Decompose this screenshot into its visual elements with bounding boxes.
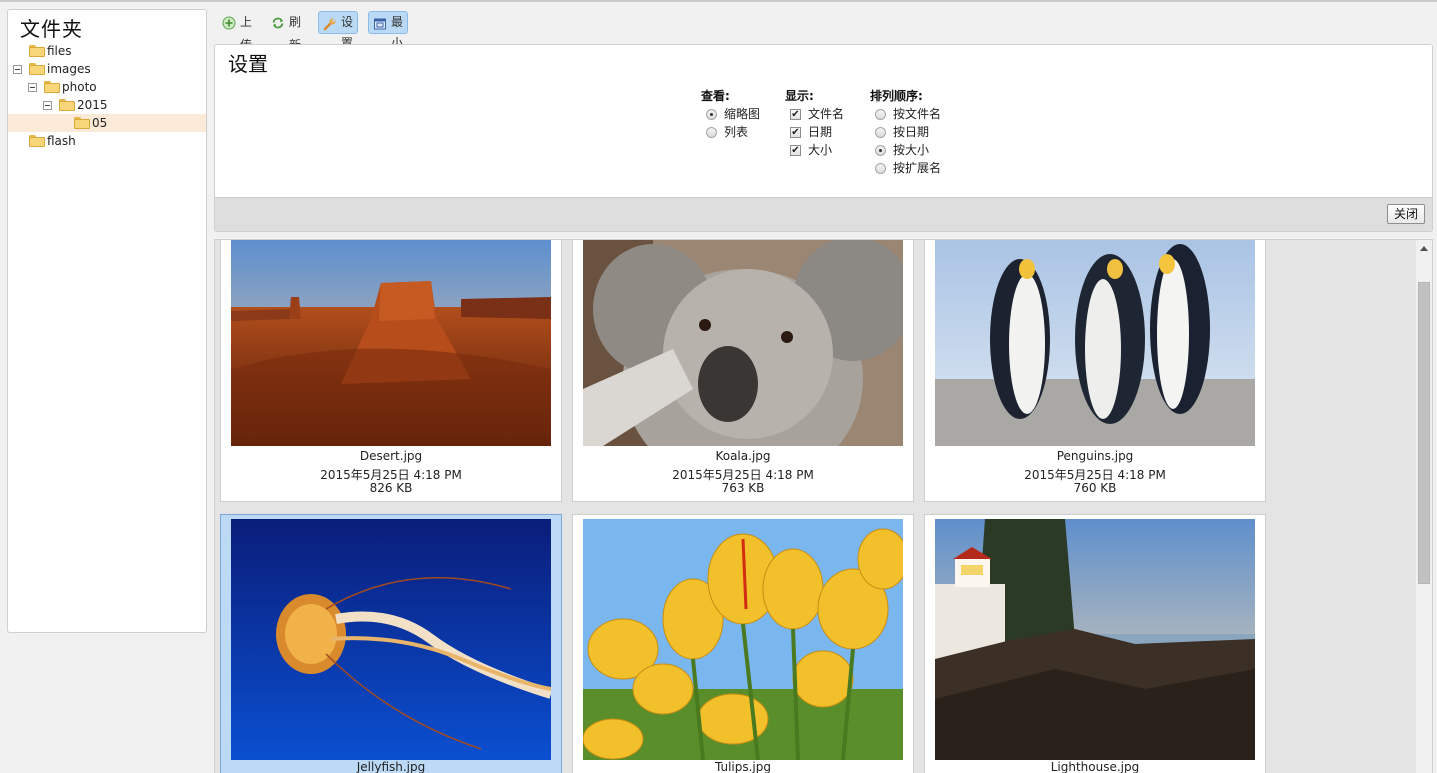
tree-item-label: 2015	[77, 98, 108, 112]
folder-sidebar: 文件夹 files images photo 2015 05 flash	[7, 9, 207, 633]
file-card[interactable]: Penguins.jpg 2015年5月25日 4:18 PM 760 KB	[924, 240, 1266, 502]
sort-option-name[interactable]: 按文件名	[870, 105, 941, 123]
thumbnail-desert	[231, 240, 551, 446]
option-label: 大小	[808, 143, 833, 157]
collapse-icon[interactable]	[43, 101, 52, 110]
thumbnail-tulips	[583, 519, 903, 760]
radio[interactable]	[875, 109, 886, 120]
display-option-filename[interactable]: ✔ 文件名	[785, 105, 844, 123]
folder-icon	[59, 99, 75, 111]
tree-item-files[interactable]: files	[8, 42, 206, 60]
sort-option-extension[interactable]: 按扩展名	[870, 159, 941, 177]
thumbnail-lighthouse	[935, 519, 1255, 760]
file-name: Lighthouse.jpg	[1050, 760, 1140, 773]
folder-icon	[29, 135, 45, 147]
display-title: 显示:	[785, 89, 814, 103]
file-card[interactable]: Jellyfish.jpg	[220, 514, 562, 773]
option-label: 按大小	[893, 143, 930, 157]
option-label: 按文件名	[893, 107, 942, 121]
option-label: 日期	[808, 125, 833, 139]
settings-footer: 关闭	[215, 197, 1432, 231]
window-icon	[374, 18, 386, 30]
tree-item-label: 05	[92, 116, 108, 130]
file-card[interactable]: Lighthouse.jpg	[924, 514, 1266, 773]
window-top-border	[0, 0, 1437, 2]
file-name: Tulips.jpg	[714, 760, 772, 773]
file-name: Desert.jpg	[359, 449, 423, 463]
checkbox-checked[interactable]: ✔	[790, 145, 801, 156]
close-button[interactable]: 关闭	[1386, 204, 1425, 224]
file-size: 760 KB	[1073, 481, 1117, 495]
file-size: 826 KB	[369, 481, 413, 495]
file-name: Jellyfish.jpg	[356, 760, 426, 773]
minimize-button[interactable]: 最小化	[368, 11, 409, 71]
folder-icon	[44, 81, 60, 93]
folder-tree: files images photo 2015 05 flash	[8, 42, 206, 150]
folder-icon	[29, 63, 45, 75]
option-label: 缩略图	[724, 107, 761, 121]
file-size: 763 KB	[721, 481, 765, 495]
file-card[interactable]: Tulips.jpg	[572, 514, 914, 773]
option-label: 按日期	[893, 125, 930, 139]
thumbnail-jellyfish	[231, 519, 551, 760]
file-name: Penguins.jpg	[1056, 449, 1134, 463]
checkbox-checked[interactable]: ✔	[790, 127, 801, 138]
file-name: Koala.jpg	[715, 449, 771, 463]
radio[interactable]	[706, 127, 717, 138]
settings-title: 设置	[228, 52, 268, 76]
display-option-date[interactable]: ✔ 日期	[785, 123, 844, 141]
upload-button[interactable]: 上传	[218, 11, 256, 52]
settings-panel: 设置 查看: 缩略图 列表 显示: ✔ 文件名 ✔ 日期 ✔ 大小 排列顺序:	[214, 44, 1433, 232]
settings-button[interactable]: 设置	[318, 11, 359, 50]
tree-item-label: flash	[47, 134, 76, 148]
refresh-button[interactable]: 刷新	[267, 11, 305, 52]
sort-title: 排列顺序:	[870, 89, 923, 103]
folder-icon	[74, 117, 90, 129]
option-label: 列表	[724, 125, 749, 139]
upload-icon	[222, 16, 236, 30]
option-label: 文件名	[808, 107, 845, 121]
file-card[interactable]: Desert.jpg 2015年5月25日 4:18 PM 826 KB	[220, 240, 562, 502]
radio[interactable]	[875, 127, 886, 138]
tree-item-images[interactable]: images	[8, 60, 206, 78]
vertical-scrollbar[interactable]	[1415, 240, 1432, 773]
radio[interactable]	[875, 163, 886, 174]
sidebar-title: 文件夹	[20, 17, 83, 41]
radio-selected[interactable]	[875, 145, 886, 156]
display-options: 显示: ✔ 文件名 ✔ 日期 ✔ 大小	[785, 87, 844, 159]
view-title: 查看:	[701, 89, 730, 103]
checkbox-checked[interactable]: ✔	[790, 109, 801, 120]
collapse-icon[interactable]	[28, 83, 37, 92]
view-options: 查看: 缩略图 列表	[701, 87, 760, 141]
tree-item-05[interactable]: 05	[8, 114, 206, 132]
wrench-icon	[323, 18, 336, 31]
display-option-size[interactable]: ✔ 大小	[785, 141, 844, 159]
scroll-up-arrow-icon[interactable]	[1420, 246, 1428, 251]
thumbnail-penguins	[935, 240, 1255, 446]
sort-option-date[interactable]: 按日期	[870, 123, 941, 141]
tree-item-photo[interactable]: photo	[8, 78, 206, 96]
sort-option-size[interactable]: 按大小	[870, 141, 941, 159]
scrollbar-thumb[interactable]	[1418, 282, 1430, 584]
thumbnail-koala	[583, 240, 903, 446]
tree-item-flash[interactable]: flash	[8, 132, 206, 150]
radio-selected[interactable]	[706, 109, 717, 120]
refresh-icon	[272, 17, 284, 29]
file-card[interactable]: Koala.jpg 2015年5月25日 4:18 PM 763 KB	[572, 240, 914, 502]
option-label: 按扩展名	[893, 161, 942, 175]
tree-item-2015[interactable]: 2015	[8, 96, 206, 114]
file-grid: Desert.jpg 2015年5月25日 4:18 PM 826 KB Koa…	[214, 239, 1433, 773]
folder-icon	[29, 45, 45, 57]
view-option-thumbnail[interactable]: 缩略图	[701, 105, 760, 123]
view-option-list[interactable]: 列表	[701, 123, 760, 141]
sort-options: 排列顺序: 按文件名 按日期 按大小 按扩展名	[870, 87, 941, 177]
tree-item-label: photo	[62, 80, 97, 94]
tree-item-label: images	[47, 62, 91, 76]
tree-item-label: files	[47, 44, 72, 58]
collapse-icon[interactable]	[13, 65, 22, 74]
